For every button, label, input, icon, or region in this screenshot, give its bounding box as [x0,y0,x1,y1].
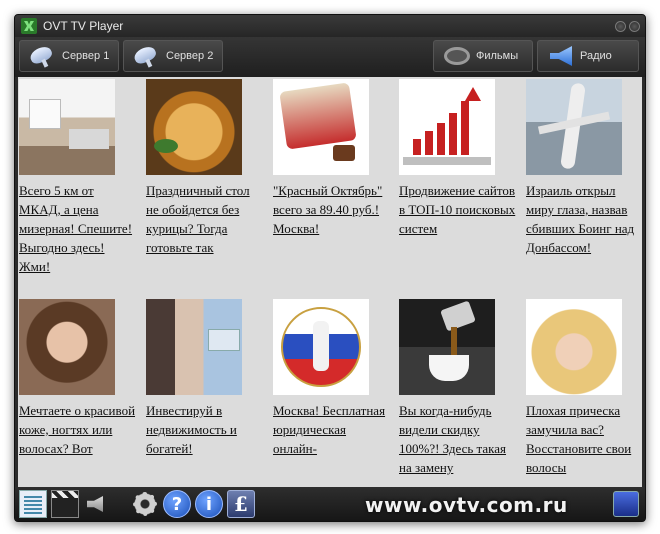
clapperboard-icon[interactable] [51,490,79,518]
ad-thumbnail[interactable] [526,79,622,175]
playlist-icon[interactable] [19,490,47,518]
satellite-dish-icon [28,44,58,68]
ad-link[interactable]: Израиль открыл миру глаза, назвав сбивши… [526,181,642,257]
server-2-button[interactable]: Сервер 2 [123,40,223,72]
ad-card[interactable]: Инвестируй в недвижимость и богатей! [146,299,264,458]
title-bar[interactable]: OVT TV Player [15,15,645,37]
ad-thumbnail[interactable] [526,299,622,395]
ad-link[interactable]: Вы когда-нибудь видели скидку 100%?! Зде… [399,401,517,477]
ad-card[interactable]: Праздничный стол не обойдется без курицы… [146,79,264,257]
ad-link[interactable]: Всего 5 км от МКАД, а цена мизерная! Спе… [19,181,137,276]
ad-card[interactable]: Вы когда-нибудь видели скидку 100%?! Зде… [399,299,517,477]
satellite-dish-icon [132,44,162,68]
ad-thumbnail[interactable] [146,299,242,395]
ad-link[interactable]: Москва! Бесплатная юридическая онлайн- [273,401,391,458]
ad-link[interactable]: Праздничный стол не обойдется без курицы… [146,181,264,257]
ad-thumbnail[interactable] [19,299,115,395]
server-1-button[interactable]: Сервер 1 [19,40,119,72]
radio-label: Радио [580,50,612,62]
ad-link[interactable]: Инвестируй в недвижимость и богатей! [146,401,264,458]
app-window: OVT TV Player Сервер 1 Сервер 2 Фильмы Р… [14,14,646,522]
ad-card[interactable]: Плохая прическа замучила вас? Восстанови… [526,299,642,477]
bottom-toolbar: ? i £ www.ovtv.com.ru [15,487,645,521]
server-2-label: Сервер 2 [166,50,214,62]
ad-card[interactable]: "Красный Октябрь" всего за 89.40 руб.! М… [273,79,391,238]
ad-card[interactable]: Москва! Бесплатная юридическая онлайн- [273,299,391,458]
minimize-button[interactable] [615,21,626,32]
ad-card[interactable]: Всего 5 км от МКАД, а цена мизерная! Спе… [19,79,137,276]
toolbar: Сервер 1 Сервер 2 Фильмы Радио [15,37,645,77]
ad-thumbnail[interactable] [273,79,369,175]
ad-link[interactable]: Продвижение сайтов в ТОП-10 поисковых си… [399,181,517,238]
speaker-icon [546,44,576,68]
radio-button[interactable]: Радио [537,40,639,72]
window-title: OVT TV Player [43,19,124,33]
info-icon[interactable]: i [195,490,223,518]
help-icon[interactable]: ? [163,490,191,518]
movies-button[interactable]: Фильмы [433,40,533,72]
ad-link[interactable]: "Красный Октябрь" всего за 89.40 руб.! М… [273,181,391,238]
ads-grid: Всего 5 км от МКАД, а цена мизерная! Спе… [18,77,642,487]
app-logo-icon [21,18,37,34]
ad-card[interactable]: Израиль открыл миру глаза, назвав сбивши… [526,79,642,257]
ad-card[interactable]: Мечтаете о красивой коже, ногтях или вол… [19,299,137,458]
pound-icon[interactable]: £ [227,490,255,518]
ad-thumbnail[interactable] [146,79,242,175]
ad-thumbnail[interactable] [19,79,115,175]
ad-card[interactable]: Продвижение сайтов в ТОП-10 поисковых си… [399,79,517,238]
movies-label: Фильмы [476,50,519,62]
ad-thumbnail[interactable] [399,299,495,395]
site-url[interactable]: www.ovtv.com.ru [365,493,568,517]
ad-thumbnail[interactable] [273,299,369,395]
ad-thumbnail[interactable] [399,79,495,175]
close-button[interactable] [629,21,640,32]
server-1-label: Сервер 1 [62,50,110,62]
tv-icon[interactable] [613,491,639,517]
ad-link[interactable]: Плохая прическа замучила вас? Восстанови… [526,401,642,477]
ad-link[interactable]: Мечтаете о красивой коже, ногтях или вол… [19,401,137,458]
film-reel-icon [442,44,472,68]
volume-icon[interactable] [83,490,111,518]
gear-icon[interactable] [131,490,159,518]
